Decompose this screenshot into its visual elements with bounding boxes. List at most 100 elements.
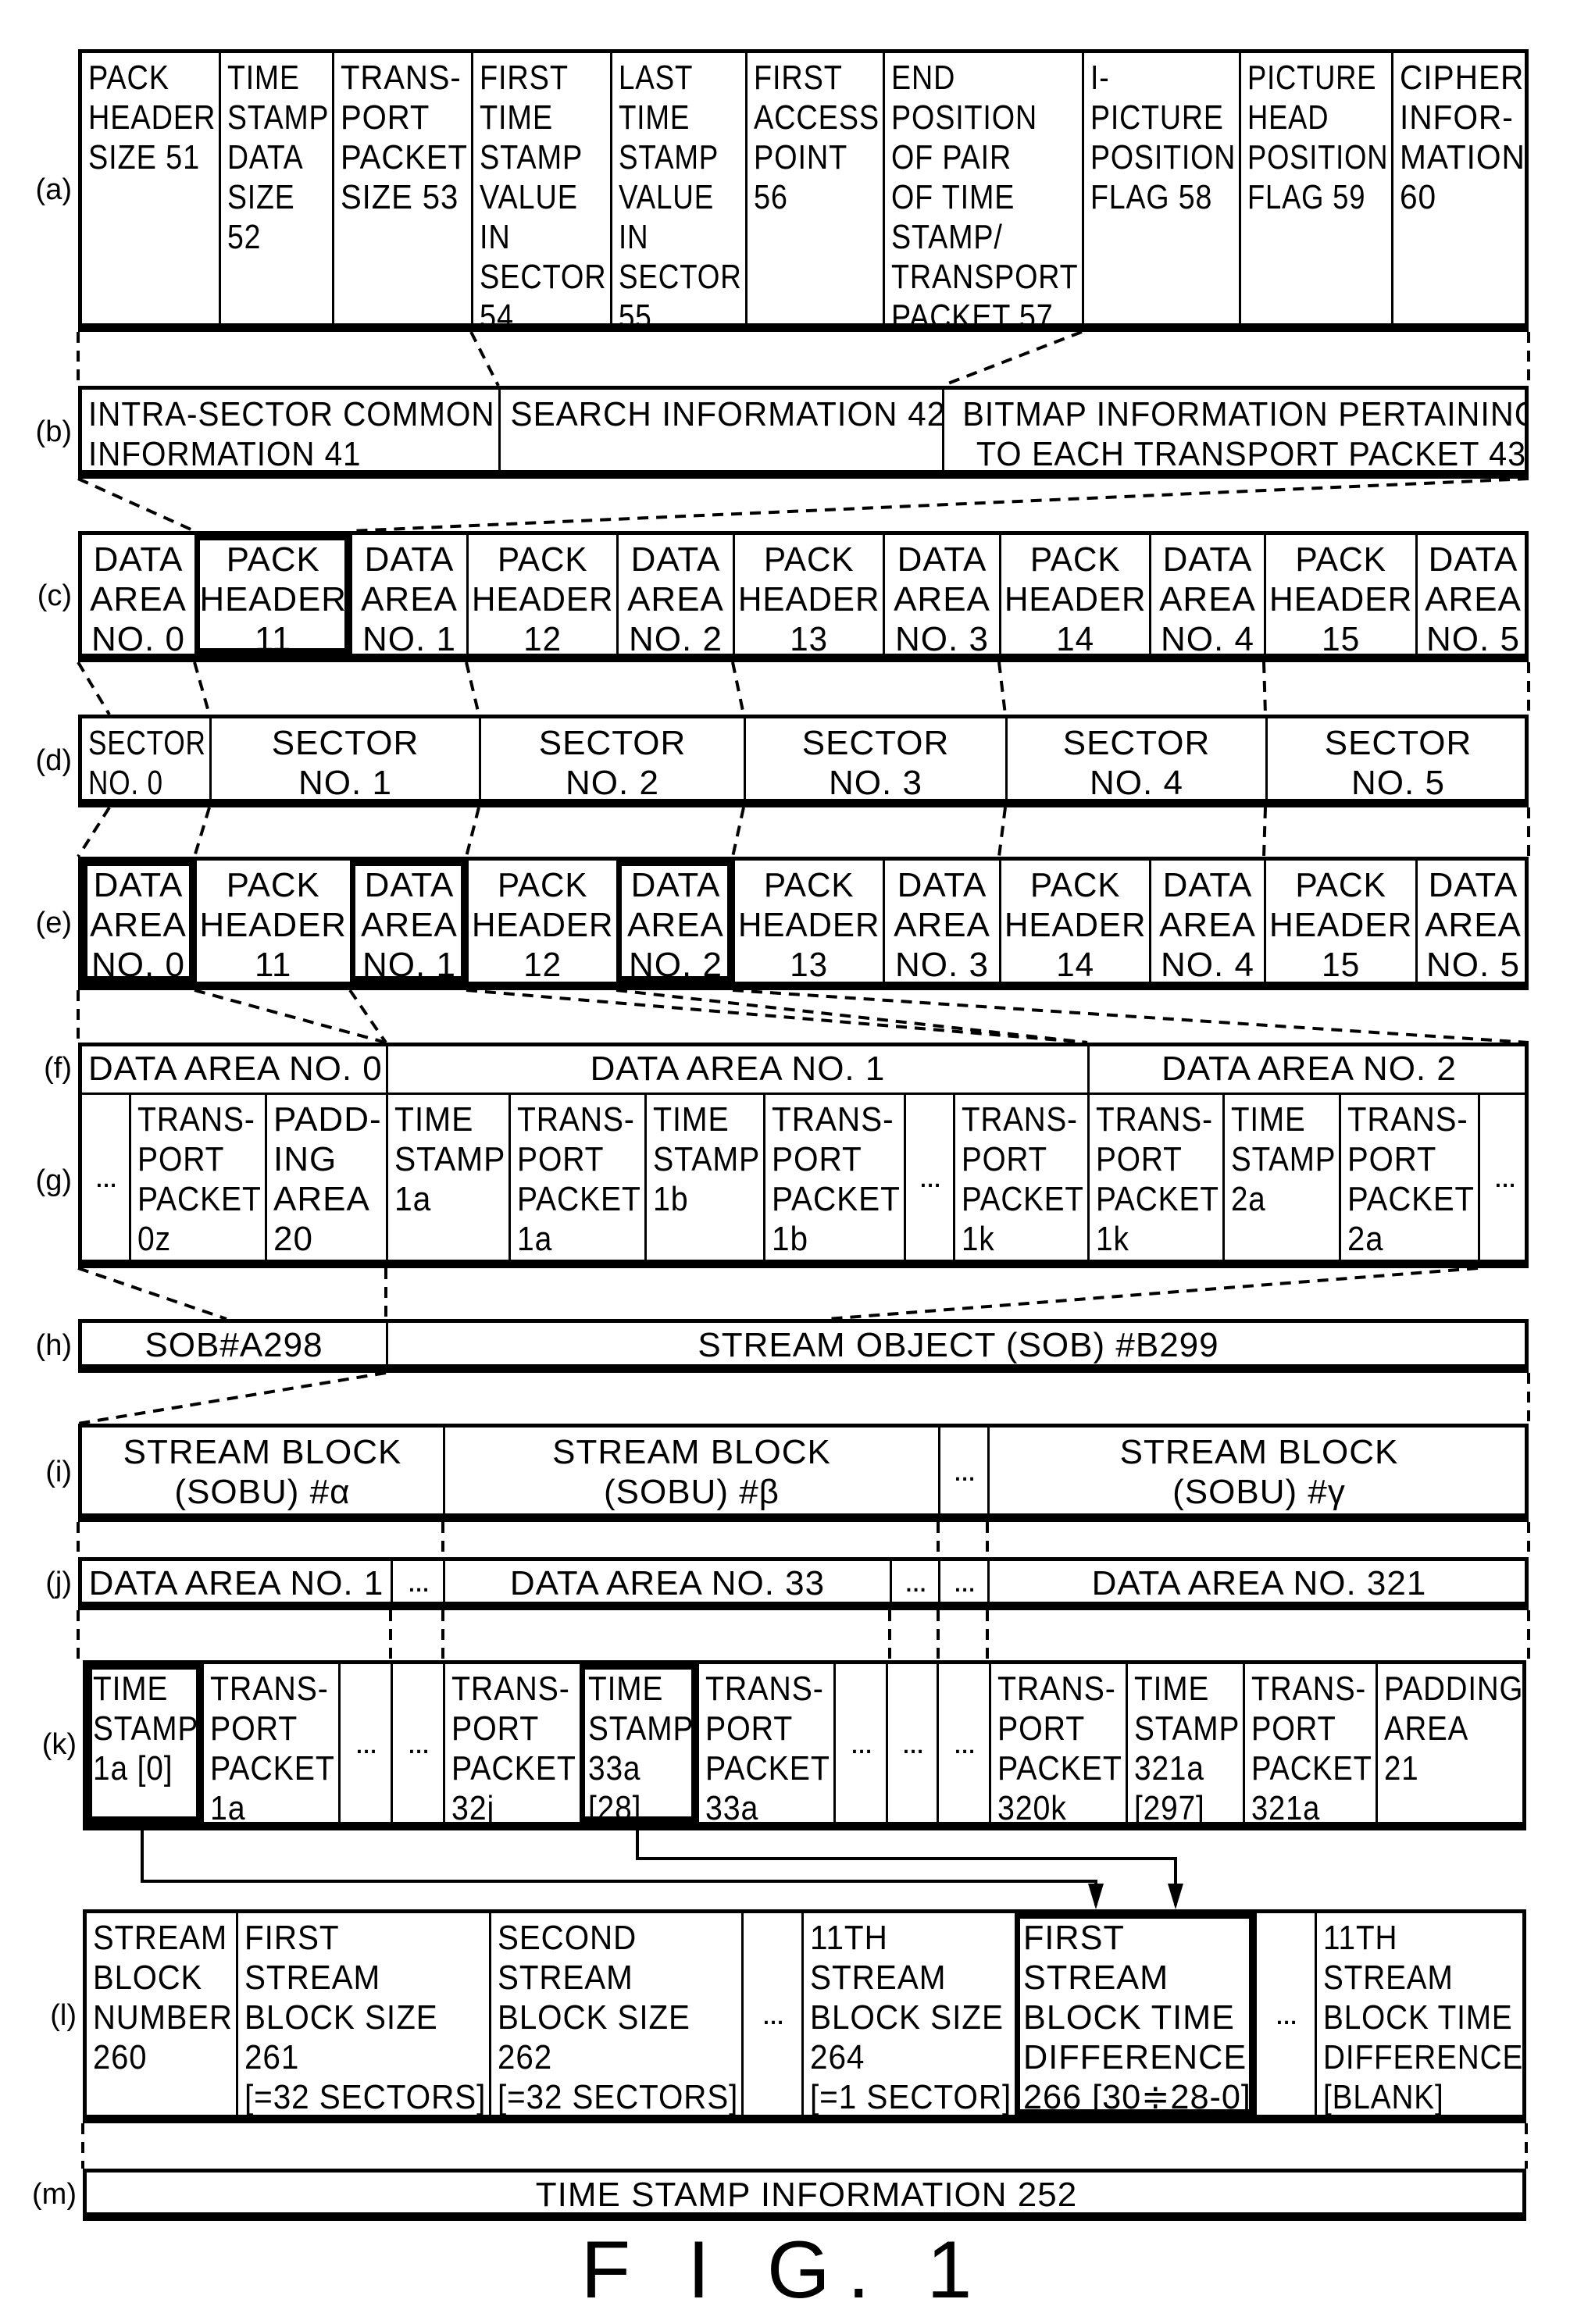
cell-text: TRANS- PORT PACKET 1k [1096,1100,1219,1258]
l-cell: STREAM BLOCK NUMBER 260 [87,1913,236,2115]
a-cell: LAST TIME STAMP VALUE IN SECTOR 55 [610,53,745,323]
cell-text: TRANS- PORT PACKET 1a [517,1100,641,1258]
e-cell: DATA AREA NO. 3 [883,861,999,982]
l-cell: FIRST STREAM BLOCK TIME DIFFERENCE 266 [… [1015,1913,1254,2115]
b-cell: INTRA-SECTOR COMMON INFORMATION 41 [82,390,498,470]
ellipsis-cell: ... [1478,1095,1529,1260]
cell-text: TRANS- PORT PACKET 1a [210,1670,335,1822]
cell-text: SECTOR NO. 3 [801,724,950,799]
cell-text: DATA AREA NO. 33 [509,1564,826,1602]
e-cell: PACK HEADER 14 [999,861,1149,982]
cell-text: TRANS- PORT PACKET 321a [1251,1670,1372,1822]
cell-text: PADD- ING AREA 20 [273,1100,382,1258]
cell-text: STREAM BLOCK (SOBU) #α [123,1433,402,1511]
k-cell: TRANS- PORT PACKET 1a [202,1664,338,1822]
row-label-b: (b) [35,415,72,448]
cell-text: DATA AREA NO. 4 [1159,866,1256,982]
e-cell: PACK HEADER 11 [194,861,350,982]
cell-text: TRANS- PORT PACKET 1b [772,1100,901,1258]
a-cell: PACK HEADER SIZE 51 [82,53,219,323]
m-cell: TIME STAMP INFORMATION 252 [87,2173,1526,2212]
ellipsis-cell: ... [938,1561,987,1602]
g-cell: TIME STAMP 2a [1222,1095,1339,1260]
k-cell: TRANS- PORT PACKET 320k [989,1664,1126,1822]
a-cell: FIRST ACCESS POINT 56 [745,53,883,323]
cell-text: DATA AREA NO. 3 [894,866,990,982]
e-cell: DATA AREA NO. 0 [82,861,194,982]
row-label-e: (e) [35,906,72,939]
g-cell: PADD- ING AREA 20 [265,1095,386,1260]
d-cell: SECTOR NO. 5 [1265,718,1529,799]
ellipsis-cell: ... [95,1160,117,1194]
a-cell: PICTURE HEAD POSITION FLAG 59 [1239,53,1391,323]
i-cell: STREAM BLOCK (SOBU) #α [82,1428,443,1513]
h-cell: STREAM OBJECT (SOB) #B299 [386,1323,1529,1364]
layer-c: DATA AREA NO. 0 PACK HEADER 11 DATA AREA N… [78,531,1529,662]
cell-text: INTRA-SECTOR COMMON INFORMATION 41 [88,395,495,470]
layer-j: DATA AREA NO. 1... DATA AREA NO. 33......… [78,1557,1529,1610]
cell-text: DATA AREA NO. 3 [894,540,990,654]
cell-text: TRANS- PORT PACKET SIZE 53 [341,59,468,216]
ellipsis-cell: ... [833,1664,886,1822]
row-label-l: (l) [50,1999,77,2032]
cell-text: PACK HEADER SIZE 51 [88,59,216,176]
d-cell: SECTOR NO. 2 [479,718,744,799]
cell-text: TIME STAMP 1a [0] [93,1670,199,1788]
ellipsis-cell: ... [391,1561,443,1602]
k-cell: TRANS- PORT PACKET 321a [1243,1664,1376,1822]
b-cell: SEARCH INFORMATION 42 [498,390,942,470]
layer-f: DATA AREA NO. 0 DATA AREA NO. 1 DATA AREA … [78,1043,1529,1095]
cell-text: SECTOR NO. 0 [88,724,206,799]
cell-text: TIME STAMP INFORMATION 252 [535,2176,1078,2212]
cell-text: SECTOR NO. 2 [538,724,687,799]
e-cell: PACK HEADER 12 [466,861,616,982]
cell-text: STREAM OBJECT (SOB) #B299 [698,1326,1219,1364]
d-cell: SECTOR NO. 1 [209,718,479,799]
cell-text: DATA AREA NO. 321 [1091,1564,1427,1602]
j-cell: DATA AREA NO. 321 [987,1561,1529,1602]
c-cell: PACK HEADER 11 [194,535,350,654]
c-cell: DATA AREA NO. 0 [82,535,194,654]
ellipsis-cell: ... [886,1664,937,1822]
a-cell: TIME STAMP DATA SIZE 52 [219,53,332,323]
l-cell: 11TH STREAM BLOCK TIME DIFFERENCE [BLANK… [1315,1913,1526,2115]
figure-caption: F I G. 1 [580,2225,990,2315]
c-cell: PACK HEADER 13 [733,535,883,654]
cell-text: PICTURE HEAD POSITION FLAG 59 [1247,59,1389,216]
k-cell: TIME STAMP 321a [297] [1126,1664,1243,1822]
e-cell: DATA AREA NO. 2 [616,861,733,982]
cell-text: SEARCH INFORMATION 42 [510,395,942,433]
a-cell: CIPHER INFOR- MATION 60 [1391,53,1529,323]
k-cell: TIME STAMP 1a [0] [87,1664,202,1822]
e-cell: DATA AREA NO. 1 [350,861,466,982]
g-cell: TIME STAMP 1a [386,1095,508,1260]
f-cell: DATA AREA NO. 0 [82,1046,386,1092]
cell-text: FIRST ACCESS POINT 56 [754,59,880,216]
l-cell: FIRST STREAM BLOCK SIZE 261 [=32 SECTORS… [236,1913,489,2115]
row-label-j: (j) [45,1567,72,1599]
cell-text: TIME STAMP 1b [653,1100,761,1218]
e-cell: PACK HEADER 13 [733,861,883,982]
cell-text: DATA AREA NO. 5 [1425,540,1522,654]
f-cell: DATA AREA NO. 1 [386,1046,1087,1092]
cell-text: TIME STAMP 33a [28] [588,1670,694,1822]
g-cell: TRANS- PORT PACKET 1b [763,1095,904,1260]
ellipsis-cell: ... [741,1913,801,2115]
cell-text: PADDING AREA 21 [1384,1670,1524,1788]
l-cell: 11TH STREAM BLOCK SIZE 264 [=1 SECTOR] [801,1913,1015,2115]
e-cell: DATA AREA NO. 5 [1415,861,1529,982]
row-label-g: (g) [35,1164,72,1197]
cell-text: CIPHER INFOR- MATION 60 [1400,59,1525,216]
d-cell: SECTOR NO. 3 [744,718,1005,799]
layer-d: SECTOR NO. 0 SECTOR NO. 1 SECTOR NO. 2 SECT… [78,715,1529,807]
layer-g: ... TRANS- PORT PACKET 0z PADD- ING AREA 2… [78,1095,1529,1268]
cell-text: DATA AREA NO. 1 [590,1050,886,1088]
layer-e: DATA AREA NO. 0 PACK HEADER 11 DATA AREA N… [78,857,1529,990]
j-cell: DATA AREA NO. 33 [443,1561,890,1602]
i-cell: STREAM BLOCK (SOBU) #β [443,1428,938,1513]
ellipsis-cell: ... [338,1664,391,1822]
a-cell: END POSITION OF PAIR OF TIME STAMP/ TRAN… [883,53,1082,323]
layer-h: SOB#A298 STREAM OBJECT (SOB) #B299 [78,1319,1529,1373]
cell-text: 11TH STREAM BLOCK TIME DIFFERENCE [BLANK… [1323,1919,1524,2115]
cell-text: DATA AREA NO. 0 [90,866,187,982]
